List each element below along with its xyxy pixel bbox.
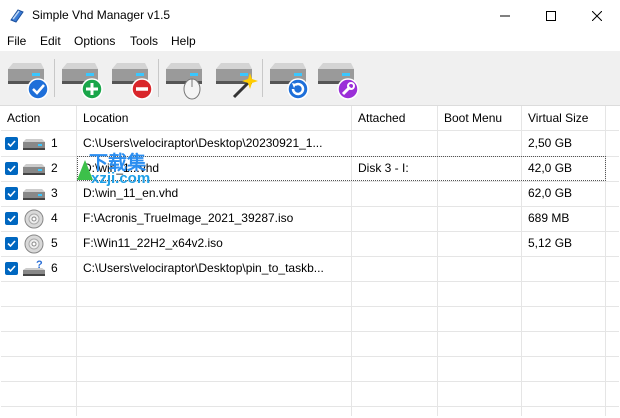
row-number: 2 bbox=[51, 161, 58, 175]
empty-row bbox=[1, 331, 619, 357]
empty-row bbox=[1, 306, 619, 332]
virtual-size-cell: 689 MB bbox=[522, 206, 606, 231]
location-cell: F:\Acronis_TrueImage_2021_39287.iso bbox=[77, 206, 352, 231]
location-cell: C:\Users\velociraptor\Desktop\20230921_1… bbox=[77, 131, 352, 156]
menu-tools[interactable]: Tools bbox=[130, 34, 158, 48]
add-disk-button[interactable] bbox=[58, 55, 104, 101]
attached-cell bbox=[352, 231, 438, 256]
menu-edit[interactable]: Edit bbox=[40, 34, 61, 48]
action-cell: 3 bbox=[1, 181, 77, 206]
table-row[interactable]: ? 6 C:\Users\velociraptor\Desktop\pin_to… bbox=[1, 256, 619, 282]
empty-row bbox=[1, 381, 619, 407]
disk-refresh-icon bbox=[270, 63, 309, 100]
disk-add-icon bbox=[62, 63, 103, 100]
action-cell: 4 bbox=[1, 206, 77, 231]
remove-disk-button[interactable] bbox=[108, 55, 154, 101]
menu-file[interactable]: File bbox=[7, 34, 26, 48]
menu-bar: File Edit Options Tools Help bbox=[0, 31, 620, 51]
column-header-action[interactable]: Action bbox=[1, 106, 77, 130]
svg-text:?: ? bbox=[36, 259, 43, 271]
empty-row bbox=[1, 281, 619, 307]
virtual-size-cell: 42,0 GB bbox=[528, 161, 573, 175]
table-row[interactable]: 5 F:\Win11_22H2_x64v2.iso 5,12 GB bbox=[1, 231, 619, 257]
check-disk-button[interactable] bbox=[4, 55, 50, 101]
row-number: 6 bbox=[51, 261, 58, 275]
minimize-icon bbox=[500, 15, 510, 16]
attached-cell bbox=[352, 256, 438, 281]
maximize-button[interactable] bbox=[528, 0, 574, 31]
boot-menu-cell bbox=[438, 256, 522, 281]
attached-cell bbox=[352, 206, 438, 231]
table-row[interactable]: 1 C:\Users\velociraptor\Desktop\20230921… bbox=[1, 131, 619, 157]
boot-menu-cell bbox=[438, 231, 522, 256]
location-cell: C:\Users\velociraptor\Desktop\pin_to_tas… bbox=[77, 256, 352, 281]
cd-icon bbox=[24, 209, 44, 229]
disk-tools-icon bbox=[318, 63, 359, 100]
menu-options[interactable]: Options bbox=[74, 34, 115, 48]
attached-cell: Disk 3 - I: bbox=[358, 161, 409, 175]
column-header-attached[interactable]: Attached bbox=[352, 106, 438, 130]
boot-menu-cell bbox=[438, 131, 522, 156]
checkbox-checked[interactable] bbox=[5, 262, 18, 275]
boot-menu-cell bbox=[438, 206, 522, 231]
refresh-button[interactable] bbox=[266, 55, 312, 101]
action-cell: ? 6 bbox=[1, 256, 77, 281]
close-button[interactable] bbox=[574, 0, 620, 31]
focused-row-area: D:\win_1...vhd Disk 3 - I: 42,0 GB bbox=[77, 156, 606, 181]
table-row[interactable]: 2 D:\win_1...vhd Disk 3 - I: 42,0 GB bbox=[1, 156, 619, 182]
cd-icon bbox=[24, 234, 44, 254]
hard-disk-icon bbox=[23, 164, 45, 175]
create-disk-button[interactable] bbox=[212, 55, 258, 101]
boot-menu-cell bbox=[438, 181, 522, 206]
menu-help[interactable]: Help bbox=[171, 34, 196, 48]
location-cell: D:\win_1...vhd bbox=[83, 161, 160, 175]
list-header: Action Location Attached Boot Menu Virtu… bbox=[1, 106, 619, 131]
row-number: 5 bbox=[51, 236, 58, 250]
action-cell: 2 bbox=[1, 156, 77, 181]
virtual-size-cell: 5,12 GB bbox=[522, 231, 606, 256]
column-header-location[interactable]: Location bbox=[77, 106, 352, 130]
attached-cell bbox=[352, 131, 438, 156]
location-cell: F:\Win11_22H2_x64v2.iso bbox=[77, 231, 352, 256]
virtual-size-cell: 62,0 GB bbox=[522, 181, 606, 206]
maximize-icon bbox=[546, 10, 556, 21]
row-number: 3 bbox=[51, 186, 58, 200]
window-title: Simple Vhd Manager v1.5 bbox=[32, 8, 171, 22]
table-row[interactable]: 3 D:\win_11_en.vhd 62,0 GB bbox=[1, 181, 619, 207]
empty-row bbox=[1, 356, 619, 382]
disk-check-icon bbox=[8, 63, 49, 100]
tools-button[interactable] bbox=[314, 55, 360, 101]
checkbox-checked[interactable] bbox=[5, 137, 18, 150]
disk-mount-icon bbox=[166, 63, 202, 100]
column-header-virtual-size[interactable]: Virtual Size bbox=[522, 106, 606, 130]
close-icon bbox=[592, 10, 602, 21]
location-cell: D:\win_11_en.vhd bbox=[77, 181, 352, 206]
unknown-disk-icon: ? bbox=[23, 259, 45, 276]
checkbox-checked[interactable] bbox=[5, 237, 18, 250]
row-number: 1 bbox=[51, 136, 58, 150]
hard-disk-icon bbox=[23, 139, 45, 150]
checkbox-checked[interactable] bbox=[5, 212, 18, 225]
mount-disk-button[interactable] bbox=[162, 55, 208, 101]
hard-disk-icon bbox=[23, 189, 45, 200]
checkbox-checked[interactable] bbox=[5, 187, 18, 200]
vhd-list[interactable]: Action Location Attached Boot Menu Virtu… bbox=[1, 106, 619, 416]
title-bar[interactable]: Simple Vhd Manager v1.5 bbox=[0, 0, 620, 31]
minimize-button[interactable] bbox=[482, 0, 528, 31]
column-header-boot-menu[interactable]: Boot Menu bbox=[438, 106, 522, 130]
action-cell: 1 bbox=[1, 131, 77, 156]
disk-new-icon bbox=[216, 63, 258, 99]
attached-cell bbox=[352, 181, 438, 206]
row-number: 4 bbox=[51, 211, 58, 225]
toolbar bbox=[0, 51, 620, 106]
table-row[interactable]: 4 F:\Acronis_TrueImage_2021_39287.iso 68… bbox=[1, 206, 619, 232]
checkbox-checked[interactable] bbox=[5, 162, 18, 175]
virtual-size-cell bbox=[522, 256, 606, 281]
action-cell: 5 bbox=[1, 231, 77, 256]
virtual-size-cell: 2,50 GB bbox=[522, 131, 606, 156]
disk-remove-icon bbox=[112, 63, 153, 100]
app-icon bbox=[10, 9, 24, 23]
